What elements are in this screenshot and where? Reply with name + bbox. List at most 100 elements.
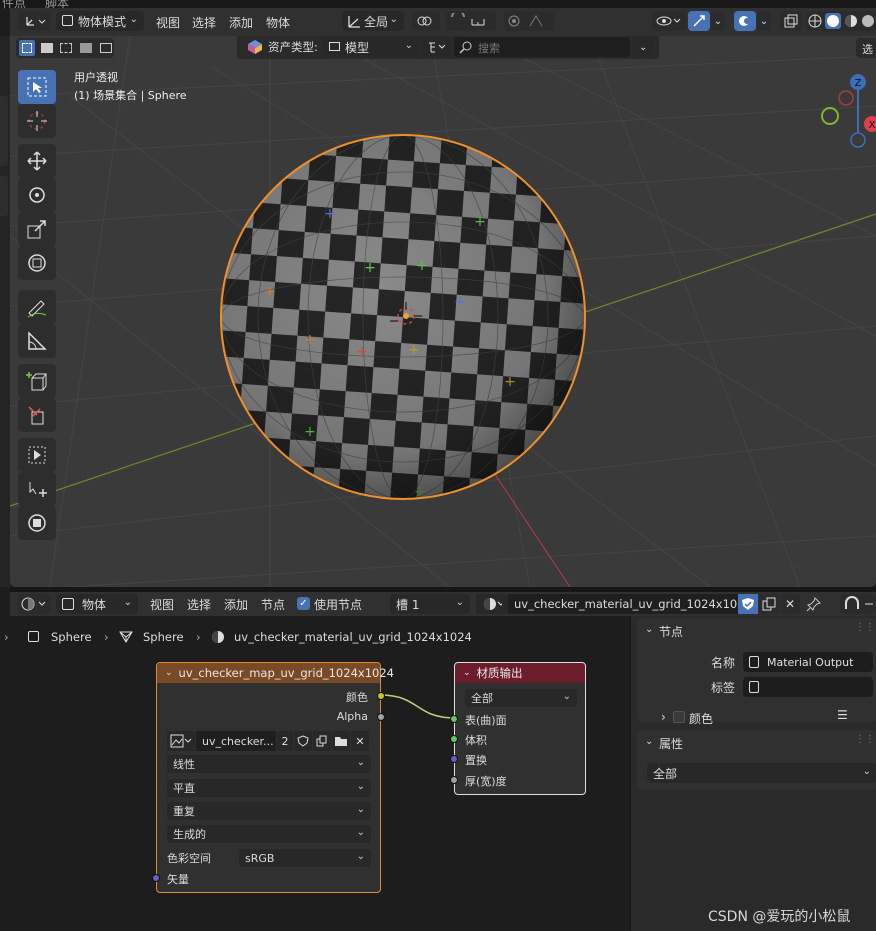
overlay-toggle[interactable] (734, 11, 756, 31)
side-tab[interactable] (0, 176, 8, 216)
chevron-down-icon[interactable]: ⌄ (645, 624, 653, 635)
menu-select[interactable]: 选择 (187, 596, 211, 613)
tool-cursor[interactable] (18, 104, 56, 138)
extension-dropdown[interactable]: 重复 ⌄ (167, 802, 371, 820)
use-nodes-checkbox[interactable]: ✓ (297, 597, 310, 610)
select-new-icon[interactable] (19, 40, 35, 56)
tool-select-box[interactable] (18, 70, 56, 104)
unlink-button[interactable]: ✕ (780, 594, 800, 614)
node-header[interactable]: ⌄ 材质输出 (455, 663, 585, 683)
editor-type-button[interactable] (18, 594, 50, 614)
tool-add-cube[interactable] (18, 364, 56, 398)
duplicate-button[interactable] (759, 594, 779, 614)
open-image-button[interactable] (332, 731, 350, 751)
orientation-dropdown[interactable]: 全局 ⌄ (342, 11, 404, 31)
snap-group[interactable] (446, 11, 496, 31)
target-dropdown[interactable]: 全部 ⌄ (465, 689, 577, 707)
select-intersect-icon[interactable] (98, 41, 114, 55)
image-texture-node[interactable]: ⌄ uv_checker_map_uv_grid_1024x1024 颜色 Al… (152, 662, 394, 893)
shader-type-dropdown[interactable]: 物体 ⌄ (56, 594, 138, 614)
menu-node[interactable]: 节点 (261, 596, 285, 613)
image-browse-button[interactable] (167, 731, 195, 751)
asset-filter-dropdown[interactable] (421, 37, 451, 57)
tool-measure[interactable] (18, 324, 56, 358)
select-subtract-icon[interactable] (59, 41, 75, 55)
tool-transform[interactable] (18, 246, 56, 280)
visibility-dropdown[interactable] (652, 11, 686, 31)
input-vector-socket[interactable] (152, 874, 160, 882)
menu-view[interactable]: 视图 (156, 14, 180, 31)
tool-annotate[interactable] (18, 290, 56, 324)
node-editor-header: 物体 ⌄ 视图 选择 添加 节点 ✓ 使用节点 槽 1 ⌄ uv_checker… (10, 592, 876, 616)
panel-title-properties[interactable]: 属性 (659, 735, 683, 752)
properties-target-dropdown[interactable]: 全部 ⌄ (647, 763, 876, 783)
proportional-edit-group[interactable] (504, 11, 554, 31)
menu-object[interactable]: 物体 (266, 14, 290, 31)
area-divider[interactable] (10, 587, 876, 592)
projection-dropdown[interactable]: 平直 ⌄ (167, 779, 371, 797)
unlink-image-button[interactable]: ✕ (351, 731, 369, 751)
list-icon[interactable]: ☰ (837, 708, 848, 722)
drag-handle-icon[interactable]: ⋮⋮ (855, 622, 875, 633)
drag-handle-icon[interactable]: ⋮⋮ (855, 734, 875, 745)
xray-toggle[interactable] (780, 11, 802, 31)
tool-move[interactable] (18, 144, 56, 178)
material-name-field[interactable]: uv_checker_material_uv_grid_1024x1024 (508, 594, 752, 614)
navigation-gizmo[interactable]: Z X (816, 72, 876, 182)
menu-select[interactable]: 选择 (192, 14, 216, 31)
input-surface-socket[interactable] (450, 715, 458, 723)
tool-scale[interactable] (18, 212, 56, 246)
output-color-socket[interactable] (377, 692, 385, 700)
chevron-right-icon[interactable]: › (661, 710, 666, 724)
tool-bevel[interactable] (18, 506, 56, 540)
options-button[interactable]: 选 (856, 38, 876, 58)
chevron-down-icon[interactable]: ⌄ (645, 736, 653, 747)
input-volume-socket[interactable] (450, 735, 458, 743)
interpolation-dropdown[interactable]: 线性 ⌄ (167, 755, 371, 773)
node-editor-area[interactable]: › Sphere › Sphere › uv_checker_material_… (4, 616, 630, 931)
mode-dropdown[interactable]: 物体模式 ⌄ (56, 11, 144, 31)
select-extend-icon[interactable] (39, 41, 55, 55)
snap-toggle[interactable] (840, 594, 876, 614)
tool-rotate[interactable] (18, 178, 56, 212)
tool-shear[interactable] (18, 438, 56, 472)
overlay-dropdown[interactable]: ⌄ (757, 11, 771, 31)
input-displacement-socket[interactable] (450, 755, 458, 763)
output-alpha-socket[interactable] (377, 713, 385, 721)
select-invert-icon[interactable] (78, 41, 94, 55)
node-header[interactable]: ⌄ uv_checker_map_uv_grid_1024x1024 (157, 663, 394, 683)
side-tab[interactable] (0, 96, 8, 166)
fake-user-button[interactable] (294, 731, 312, 751)
panel-title-node[interactable]: 节点 (659, 623, 683, 640)
node-label-field[interactable] (743, 677, 873, 697)
pivot-dropdown[interactable] (412, 11, 440, 31)
menu-add[interactable]: 添加 (224, 596, 248, 613)
image-name-field[interactable]: uv_checker... (196, 731, 276, 751)
asset-type-dropdown[interactable]: 模型 ⌄ (323, 37, 419, 57)
source-dropdown[interactable]: 生成的 ⌄ (167, 825, 371, 843)
user-count[interactable]: 2 (277, 731, 293, 751)
select-mode-group[interactable] (16, 38, 114, 58)
input-thickness-socket[interactable] (450, 776, 458, 784)
fake-user-toggle[interactable] (738, 594, 758, 614)
gizmo-toggle[interactable] (688, 11, 710, 31)
shading-group[interactable] (806, 11, 876, 31)
tool-extrude[interactable] (18, 398, 56, 432)
node-name-field[interactable]: Material Output (743, 652, 873, 672)
asset-bar-toggle[interactable]: ⌄ (633, 37, 653, 57)
editor-type-button[interactable] (18, 11, 50, 31)
slot-dropdown[interactable]: 槽 1 ⌄ (390, 594, 470, 614)
pin-icon[interactable] (806, 596, 822, 612)
search-input[interactable]: 搜索 (454, 37, 630, 57)
color-checkbox[interactable] (673, 711, 685, 723)
gizmo-dropdown[interactable]: ⌄ (711, 11, 725, 31)
menu-add[interactable]: 添加 (229, 14, 253, 31)
tool-push[interactable] (18, 472, 56, 506)
colorspace-dropdown[interactable]: sRGB ⌄ (239, 849, 371, 867)
3d-viewport[interactable]: +++ +++ +++ +++ 用户透视 (1) 场景集合 | Sphere 资… (10, 36, 876, 587)
material-browse-button[interactable] (476, 594, 508, 614)
material-output-node[interactable]: ⌄ 材质输出 全部 ⌄ 表(曲)面 体积 置换 厚(宽)度 (450, 662, 586, 795)
duplicate-button[interactable] (313, 731, 331, 751)
menu-view[interactable]: 视图 (150, 596, 174, 613)
object-icon (62, 598, 74, 610)
